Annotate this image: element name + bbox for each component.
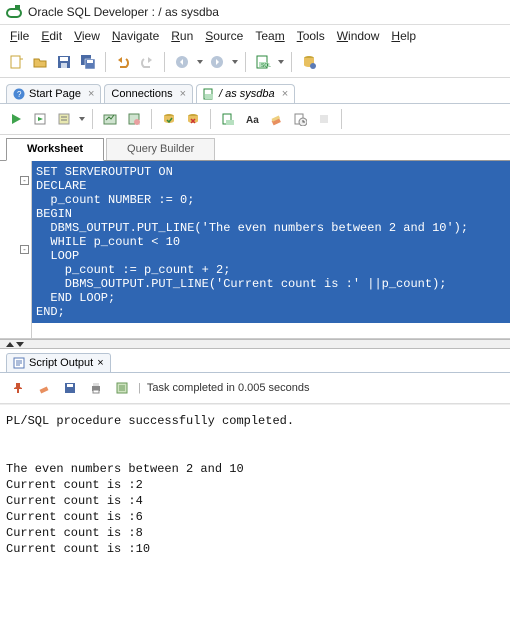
forward-dropdown[interactable] <box>231 52 238 72</box>
sql-worksheet-button[interactable]: SQL <box>253 52 273 72</box>
tab-label: Connections <box>111 88 172 100</box>
toolbar-separator <box>210 109 211 129</box>
svg-text:SQL: SQL <box>261 63 271 69</box>
close-icon[interactable]: × <box>97 357 103 369</box>
save-button[interactable] <box>54 52 74 72</box>
close-icon[interactable]: × <box>177 89 186 100</box>
unshared-worksheet-button[interactable] <box>218 109 238 129</box>
window-titlebar: Oracle SQL Developer : / as sysdba <box>0 0 510 25</box>
explain-plan-button[interactable] <box>54 109 74 129</box>
menu-view[interactable]: View <box>70 27 104 45</box>
menu-source[interactable]: Source <box>201 27 247 45</box>
rollback-button[interactable] <box>183 109 203 129</box>
svg-text:Aa: Aa <box>246 115 259 126</box>
output-tab-row: Script Output × <box>0 349 510 372</box>
to-uppercase-button[interactable]: Aa <box>242 109 262 129</box>
new-button[interactable] <box>6 52 26 72</box>
help-icon: ? <box>13 88 25 100</box>
menu-window[interactable]: Window <box>333 27 384 45</box>
settings-button[interactable] <box>314 109 334 129</box>
document-tabs: ? Start Page × Connections × / as sysdba… <box>0 78 510 104</box>
explain-dropdown[interactable] <box>78 109 85 129</box>
tab-worksheet[interactable]: Worksheet <box>6 138 104 161</box>
output-status: Task completed in 0.005 seconds <box>147 382 310 394</box>
toolbar-separator <box>291 52 292 72</box>
clear-output-button[interactable] <box>34 378 54 398</box>
sql-editor[interactable]: - - SET SERVEROUTPUT ONDECLARE p_count N… <box>0 161 510 339</box>
run-script-button[interactable] <box>30 109 50 129</box>
pin-button[interactable] <box>8 378 28 398</box>
tab-as-sysdba[interactable]: / as sysdba × <box>196 84 295 103</box>
menu-navigate[interactable]: Navigate <box>108 27 163 45</box>
output-toolbar: | Task completed in 0.005 seconds <box>0 372 510 404</box>
split-handle[interactable] <box>0 339 510 349</box>
tab-query-builder[interactable]: Query Builder <box>106 138 215 160</box>
db-tool-button[interactable] <box>299 52 319 72</box>
editor-gutter: - - <box>0 161 32 338</box>
tab-connections[interactable]: Connections × <box>104 84 193 103</box>
sql-dropdown[interactable] <box>277 52 284 72</box>
save-output-button[interactable] <box>60 378 80 398</box>
toolbar-separator <box>245 52 246 72</box>
menu-run[interactable]: Run <box>167 27 197 45</box>
sql-file-icon <box>203 88 215 100</box>
clear-button[interactable] <box>266 109 286 129</box>
sql-history-button[interactable] <box>290 109 310 129</box>
tab-script-output[interactable]: Script Output × <box>6 353 111 372</box>
tab-label: / as sysdba <box>219 88 275 100</box>
worksheet-subtabs: Worksheet Query Builder <box>0 135 510 161</box>
toolbar-separator <box>341 109 342 129</box>
save-all-button[interactable] <box>78 52 98 72</box>
tab-start-page[interactable]: ? Start Page × <box>6 84 101 103</box>
tab-label: Start Page <box>29 88 81 100</box>
app-logo-icon <box>6 4 22 20</box>
menu-team[interactable]: Team <box>251 27 288 45</box>
fetch-size-button[interactable] <box>112 378 132 398</box>
toolbar-separator <box>105 52 106 72</box>
collapse-up-icon[interactable] <box>6 342 14 347</box>
back-dropdown[interactable] <box>196 52 203 72</box>
toolbar-separator <box>92 109 93 129</box>
worksheet-toolbar: Aa <box>0 104 510 135</box>
main-toolbar: SQL <box>0 49 510 78</box>
menu-help[interactable]: Help <box>387 27 420 45</box>
collapse-down-icon[interactable] <box>16 342 24 347</box>
menubar: File Edit View Navigate Run Source Team … <box>0 25 510 49</box>
autotrace-button[interactable] <box>100 109 120 129</box>
menu-tools[interactable]: Tools <box>293 27 329 45</box>
fold-toggle[interactable]: - <box>20 245 29 254</box>
back-button[interactable] <box>172 52 192 72</box>
window-title: Oracle SQL Developer : / as sysdba <box>28 5 219 19</box>
code-area[interactable]: SET SERVEROUTPUT ONDECLARE p_count NUMBE… <box>32 161 510 338</box>
svg-text:?: ? <box>17 90 22 99</box>
close-icon[interactable]: × <box>279 89 288 100</box>
script-output-icon <box>13 357 25 369</box>
redo-button[interactable] <box>137 52 157 72</box>
forward-button[interactable] <box>207 52 227 72</box>
code-selection: SET SERVEROUTPUT ONDECLARE p_count NUMBE… <box>32 161 510 323</box>
toolbar-separator <box>164 52 165 72</box>
undo-button[interactable] <box>113 52 133 72</box>
sql-tuning-button[interactable] <box>124 109 144 129</box>
open-button[interactable] <box>30 52 50 72</box>
menu-edit[interactable]: Edit <box>37 27 66 45</box>
commit-button[interactable] <box>159 109 179 129</box>
close-icon[interactable]: × <box>85 89 94 100</box>
run-statement-button[interactable] <box>6 109 26 129</box>
print-button[interactable] <box>86 378 106 398</box>
output-text[interactable]: PL/SQL procedure successfully completed.… <box>0 404 510 631</box>
toolbar-separator <box>151 109 152 129</box>
tab-label: Script Output <box>29 357 93 369</box>
fold-toggle[interactable]: - <box>20 176 29 185</box>
toolbar-separator: | <box>138 382 141 394</box>
menu-file[interactable]: File <box>6 27 33 45</box>
